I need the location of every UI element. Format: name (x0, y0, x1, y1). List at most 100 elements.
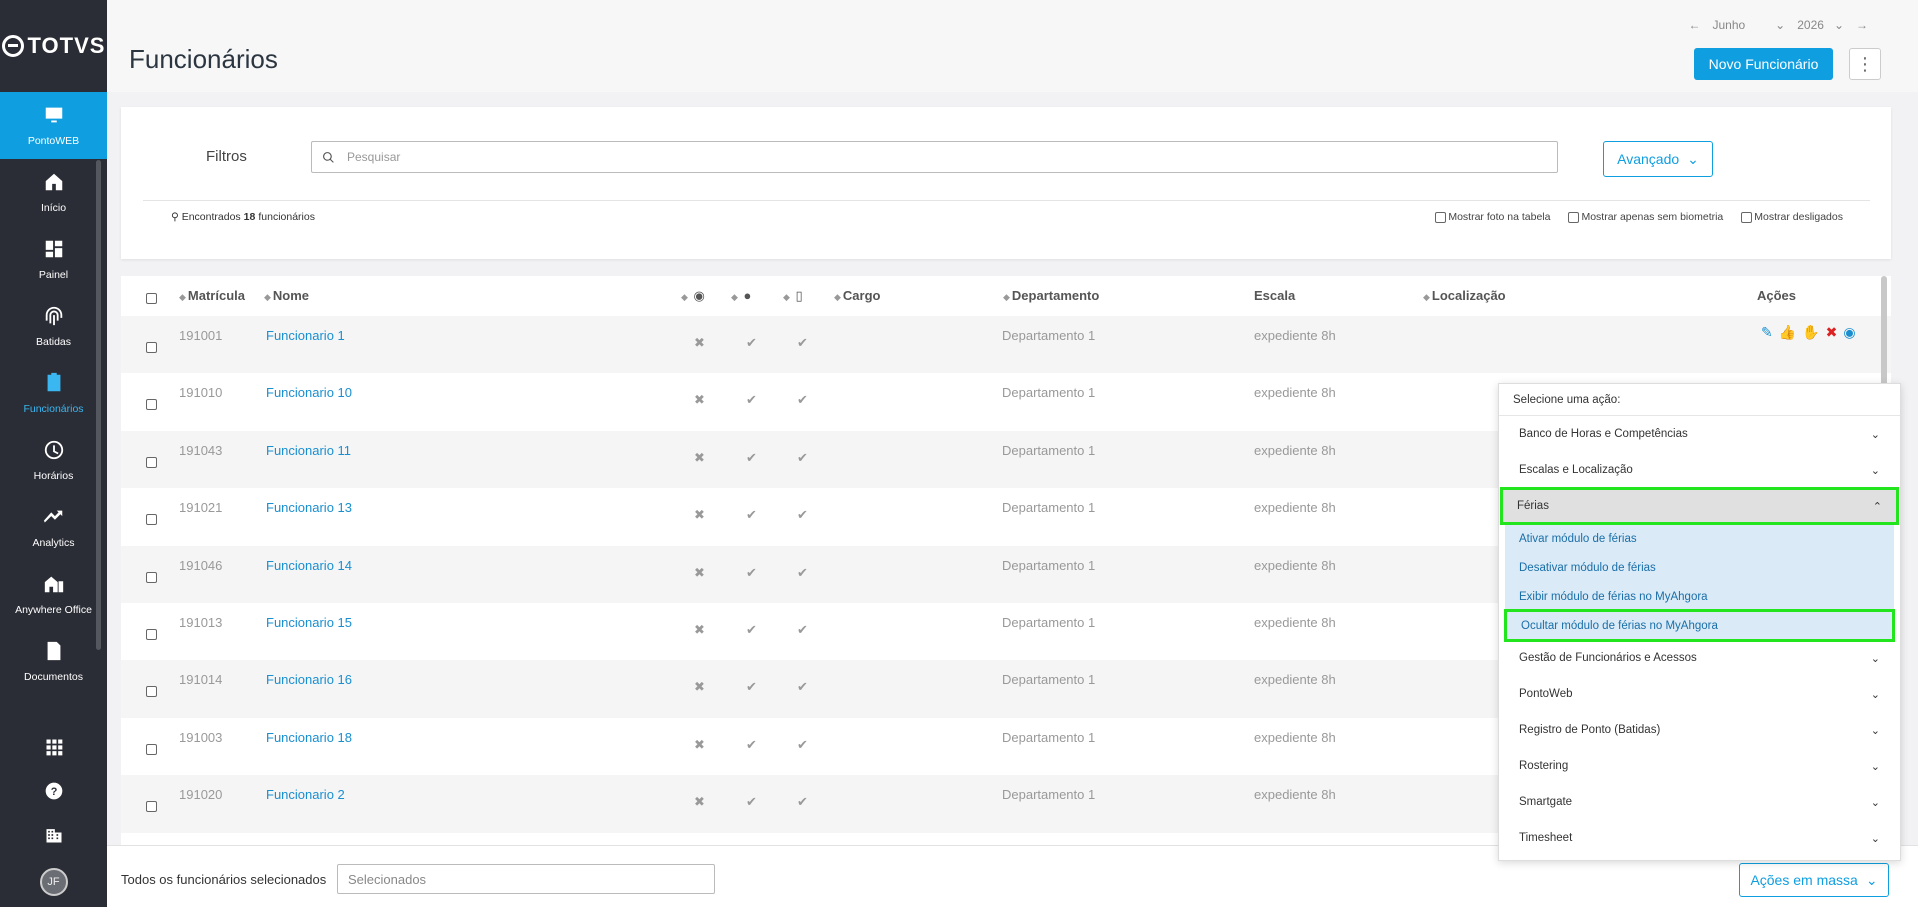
col-departamento[interactable]: ◆ Departamento (1003, 288, 1099, 303)
mass-actions-menu: Selecione uma ação: Banco de Horas e Com… (1498, 383, 1901, 861)
employee-name-link[interactable]: Funcionario 2 (266, 787, 345, 802)
menu-group[interactable]: Banco de Horas e Competências ⌄ (1499, 416, 1900, 452)
web-enabled-icon: ✔ (746, 449, 757, 465)
dashboard-icon (43, 238, 65, 263)
web-enabled-icon: ✔ (746, 736, 757, 752)
cell-escala: expediente 8h (1254, 672, 1336, 688)
divider (143, 200, 1870, 201)
menu-action-item[interactable]: Ativar módulo de férias (1505, 524, 1894, 553)
delete-icon[interactable]: ✖ (1826, 324, 1838, 341)
thumbs-up-icon[interactable]: 👍 (1779, 324, 1796, 341)
new-employee-button[interactable]: Novo Funcionário (1694, 48, 1833, 80)
mobile-enabled-icon: ✔ (797, 621, 808, 637)
menu-action-item[interactable]: Ocultar módulo de férias no MyAhgora (1504, 609, 1895, 642)
biometry-missing-icon: ✖ (694, 736, 705, 752)
sidebar-item-pontoweb[interactable]: PontoWEB (0, 92, 107, 159)
chevron-down-icon: ⌄ (1870, 652, 1880, 665)
row-checkbox[interactable] (146, 342, 157, 353)
col-web[interactable]: ◆ ● (731, 288, 751, 303)
col-localizacao[interactable]: ◆ Localização (1423, 288, 1506, 303)
menu-group[interactable]: PontoWeb ⌄ (1499, 676, 1900, 712)
row-checkbox[interactable] (146, 456, 157, 468)
cell-escala: expediente 8h (1254, 614, 1336, 630)
col-matricula[interactable]: ◆ Matrícula (179, 288, 245, 303)
employee-name-link[interactable]: Funcionario 16 (266, 672, 352, 687)
employee-name-link[interactable]: Funcionario 13 (266, 500, 352, 515)
fingerprint-icon: ◉ (693, 288, 705, 303)
more-options-button[interactable]: ⋮ (1849, 48, 1881, 80)
col-mobile[interactable]: ◆ ▯ (783, 288, 803, 304)
sidebar-item-anywhere-office[interactable]: Anywhere Office (0, 561, 107, 628)
menu-group[interactable]: Registro de Ponto (Batidas) ⌄ (1499, 712, 1900, 748)
menu-group[interactable]: Rostering ⌄ (1499, 748, 1900, 784)
search-input[interactable]: Pesquisar (311, 141, 1558, 173)
select-all-checkbox[interactable] (146, 293, 157, 304)
cell-departamento: Departamento 1 (1002, 614, 1096, 630)
hand-icon[interactable]: ✋ (1802, 324, 1819, 341)
sidebar-item-documentos[interactable]: Documentos (0, 628, 107, 695)
col-cargo[interactable]: ◆ Cargo (834, 288, 880, 303)
totvs-logo[interactable]: TOTVS (0, 0, 107, 92)
employee-name-link[interactable]: Funcionario 1 (266, 328, 345, 343)
sidebar-scrollbar[interactable] (96, 160, 101, 650)
prev-period-icon[interactable]: ← (1688, 18, 1700, 32)
user-avatar[interactable]: JF (39, 868, 68, 896)
sidebar-item-batidas[interactable]: Batidas (0, 293, 107, 360)
page-header: Funcionários ← Junho ⌄ 2026 ⌄ → (107, 0, 1918, 92)
show-photo-checkbox[interactable]: Mostrar foto na tabela (1435, 211, 1550, 223)
search-icon (323, 151, 334, 163)
view-icon[interactable]: ◉ (1843, 324, 1855, 341)
help-icon[interactable]: ? (0, 769, 107, 813)
row-checkbox[interactable] (146, 628, 157, 640)
svg-text:?: ? (50, 786, 57, 798)
menu-group[interactable]: Timesheet ⌄ (1499, 820, 1900, 856)
sidebar-item-analytics[interactable]: Analytics (0, 494, 107, 561)
row-checkbox[interactable] (146, 686, 157, 698)
cell-matricula: 191014 (179, 672, 223, 688)
mobile-enabled-icon: ✔ (797, 564, 808, 580)
sidebar-item-funcion-rios[interactable]: Funcionários (0, 360, 107, 427)
sidebar-item-in-cio[interactable]: Início (0, 159, 107, 226)
col-biometry[interactable]: ◆ ◉ (681, 288, 705, 304)
show-no-biometry-checkbox[interactable]: Mostrar apenas sem biometria (1568, 211, 1723, 223)
menu-group-ferias[interactable]: Férias ⌃ (1500, 487, 1899, 525)
cell-escala: expediente 8h (1254, 787, 1336, 803)
web-enabled-icon: ✔ (746, 621, 757, 637)
row-checkbox[interactable] (146, 514, 157, 526)
advanced-filter-button[interactable]: Avançado ⌄ (1603, 141, 1713, 177)
sidebar-item-painel[interactable]: Painel (0, 226, 107, 293)
menu-group[interactable]: Escalas e Localização ⌄ (1499, 452, 1900, 488)
row-checkbox[interactable] (146, 801, 157, 813)
cell-escala: expediente 8h (1254, 328, 1336, 343)
mass-actions-button[interactable]: Ações em massa ⌄ (1739, 863, 1889, 897)
col-nome[interactable]: ◆ Nome (264, 288, 309, 303)
employee-name-link[interactable]: Funcionario 11 (266, 443, 351, 458)
menu-action-item[interactable]: Desativar módulo de férias (1505, 553, 1894, 582)
edit-icon[interactable]: ✎ (1761, 324, 1773, 341)
month-select[interactable]: Junho ⌄ (1712, 18, 1785, 32)
apps-grid-icon[interactable] (0, 725, 107, 769)
menu-action-item[interactable]: Exibir módulo de férias no MyAhgora (1505, 582, 1894, 611)
employee-name-link[interactable]: Funcionario 18 (266, 730, 352, 745)
company-icon[interactable] (0, 813, 107, 857)
employee-name-link[interactable]: Funcionario 14 (266, 558, 352, 573)
sidebar-item-label: PontoWEB (27, 135, 80, 147)
selected-field[interactable]: Selecionados (337, 864, 715, 894)
row-checkbox[interactable] (146, 571, 157, 583)
menu-group[interactable]: Gestão de Funcionários e Acessos ⌄ (1499, 640, 1900, 676)
chevron-down-icon: ⌄ (1870, 688, 1880, 701)
table-row[interactable]: 191001 Funcionario 1 ✖ ✔ ✔ Departamento 1 expe… (121, 316, 1891, 374)
row-checkbox[interactable] (146, 399, 157, 411)
sidebar-item-hor-rios[interactable]: Horários (0, 427, 107, 494)
menu-group[interactable]: Smartgate ⌄ (1499, 784, 1900, 820)
next-period-icon[interactable]: → (1856, 18, 1868, 32)
monitor-icon (43, 104, 65, 129)
employee-name-link[interactable]: Funcionario 15 (266, 615, 352, 630)
show-disabled-checkbox[interactable]: Mostrar desligados (1741, 211, 1843, 223)
employee-name-link[interactable]: Funcionario 10 (266, 385, 352, 400)
cell-escala: expediente 8h (1254, 385, 1336, 401)
year-select[interactable]: 2026 ⌄ (1797, 18, 1844, 32)
row-checkbox[interactable] (146, 743, 157, 755)
chevron-down-icon: ⌄ (1865, 871, 1878, 888)
cell-matricula: 191043 (179, 442, 223, 458)
